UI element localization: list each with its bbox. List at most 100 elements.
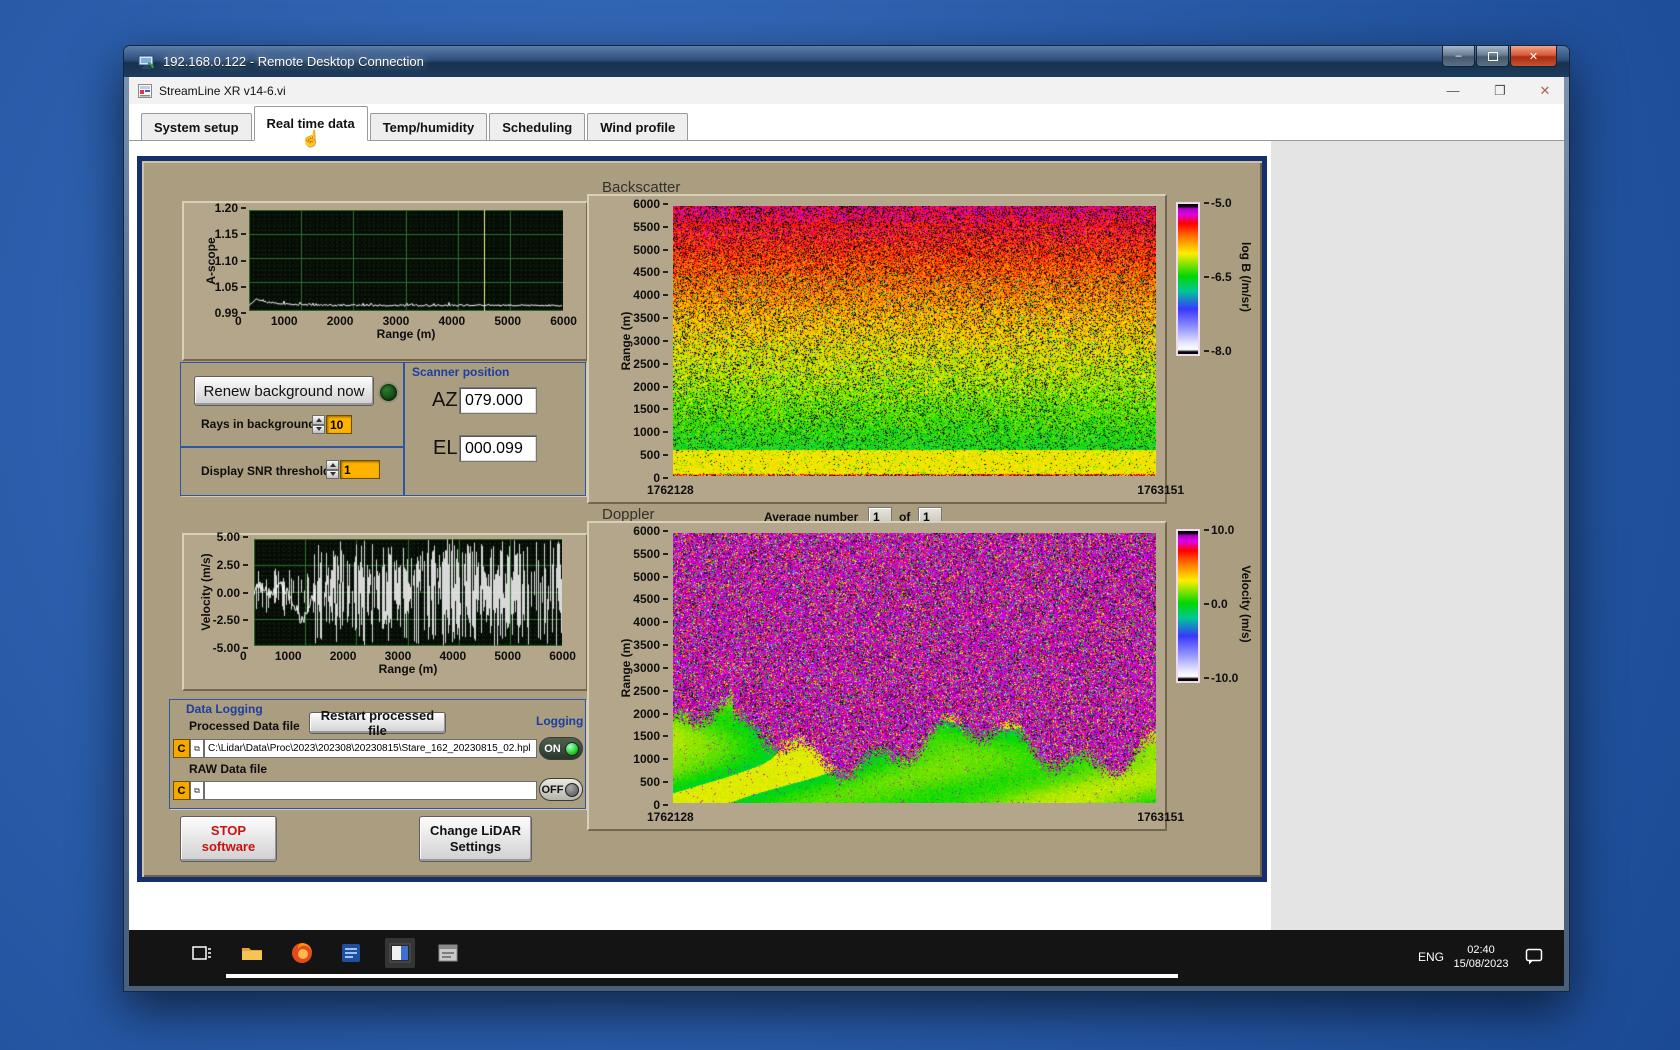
tab-scheduling[interactable]: Scheduling — [489, 113, 585, 140]
document-app-icon[interactable] — [336, 938, 366, 968]
change-lidar-settings-button[interactable]: Change LiDARSettings — [419, 816, 532, 862]
rays-spinner[interactable] — [312, 415, 325, 434]
rdp-maximize-button[interactable] — [1476, 46, 1509, 67]
rays-value-field[interactable]: 10 — [326, 415, 352, 434]
tick-label: 5000 — [633, 245, 668, 255]
tick-label: 3000 — [385, 649, 412, 662]
tick-label: 3000 — [633, 663, 668, 673]
processed-drive-selector[interactable]: C — [173, 739, 190, 758]
firefox-icon[interactable] — [287, 938, 317, 968]
tick-label: 1500 — [633, 404, 668, 414]
tick-label: 2500 — [633, 686, 668, 696]
lidar-panel: A-scope 1.201.151.101.050.99 01000200030… — [137, 156, 1267, 882]
notifications-icon[interactable] — [1522, 944, 1546, 968]
restart-processed-file-button[interactable]: Restart processed file — [309, 712, 446, 734]
tick-label: 4500 — [633, 267, 668, 277]
tick-label: 2500 — [633, 359, 668, 369]
tick-label: 1000 — [271, 314, 298, 327]
app-titlebar[interactable]: StreamLine XR v14-6.vi — ❐ ✕ — [129, 77, 1564, 104]
backscatter-time-start: 1762128 — [647, 483, 694, 497]
switch-off-dot-icon — [565, 783, 579, 797]
raw-logging-switch[interactable]: OFF — [539, 778, 583, 801]
raw-drive-selector[interactable]: C — [173, 781, 190, 800]
doppler-y-axis: 6000550050004500400035003000250020001500… — [620, 526, 668, 810]
rdp-icon — [138, 54, 155, 70]
spinner-down-icon — [330, 472, 336, 476]
tab-wind-profile[interactable]: Wind profile — [587, 113, 688, 140]
clock-time: 02:40 — [1453, 943, 1509, 957]
spinner-up-icon — [316, 418, 322, 422]
tick-label: 0 — [653, 473, 668, 483]
tick-label: 500 — [640, 450, 668, 460]
rdp-titlebar[interactable]: 192.168.0.122 - Remote Desktop Connectio… — [124, 46, 1569, 77]
app-close-button[interactable]: ✕ — [1536, 83, 1554, 99]
rdp-minimize-button[interactable]: – — [1442, 46, 1475, 67]
snr-value-field[interactable]: 1 — [340, 460, 380, 479]
snr-spinner[interactable] — [326, 460, 339, 479]
tick-label: 6000 — [633, 526, 668, 536]
right-gray-region — [1271, 141, 1564, 930]
minimize-icon: – — [1455, 50, 1461, 62]
processed-path-field[interactable]: C:\Lidar\Data\Proc\2023\202308\20230815\… — [204, 739, 537, 758]
switch-on-dot-icon — [565, 742, 579, 756]
tick-label: 6000 — [549, 649, 576, 662]
tick-label: 1500 — [633, 731, 668, 741]
tick-label: 4000 — [633, 290, 668, 300]
file-explorer-icon[interactable] — [237, 938, 267, 968]
tab-system-setup[interactable]: System setup — [141, 113, 252, 140]
maximize-icon — [1488, 52, 1498, 61]
renew-background-button[interactable]: Renew background now — [194, 376, 374, 406]
app-window: StreamLine XR v14-6.vi — ❐ ✕ System setu… — [129, 77, 1564, 986]
snr-threshold-label: Display SNR threshold — [201, 464, 330, 478]
tick-label: -5.0 — [1204, 198, 1232, 208]
rays-in-background-label: Rays in background — [201, 417, 316, 431]
spinner-down-icon — [316, 427, 322, 431]
logging-label: Logging — [536, 714, 583, 728]
tick-label: 5500 — [633, 549, 668, 559]
raw-browse-icon[interactable]: ⧉ — [190, 781, 204, 800]
data-logging-title: Data Logging — [186, 702, 263, 716]
velocity-y-axis: 5.002.500.00-2.50-5.00 — [200, 532, 248, 653]
processed-browse-icon[interactable]: ⧉ — [190, 739, 204, 758]
streamline-app-icon[interactable] — [385, 938, 415, 968]
tick-label: 0 — [235, 314, 242, 327]
scheduler-app-icon[interactable] — [433, 938, 463, 968]
doppler-time-end: 1763151 — [1102, 810, 1184, 824]
processed-logging-switch[interactable]: ON — [539, 737, 583, 760]
ascope-x-axis-label: Range (m) — [377, 327, 436, 341]
app-minimize-button[interactable]: — — [1444, 83, 1462, 98]
tick-label: 1000 — [275, 649, 302, 662]
backscatter-time-end: 1763151 — [1102, 483, 1184, 497]
el-value-field: 000.099 — [459, 435, 537, 462]
app-restore-button[interactable]: ❐ — [1491, 83, 1509, 99]
tick-label: -10.0 — [1204, 673, 1238, 683]
clock[interactable]: 02:40 15/08/2023 — [1453, 943, 1509, 971]
tick-label: 3000 — [383, 314, 410, 327]
raw-data-file-label: RAW Data file — [189, 762, 267, 776]
tick-label: 2000 — [330, 649, 357, 662]
doppler-heatmap — [673, 533, 1156, 803]
hand-cursor-icon: ☝ — [301, 129, 321, 149]
desktop: 192.168.0.122 - Remote Desktop Connectio… — [0, 0, 1680, 1050]
tick-label: 6000 — [550, 314, 577, 327]
tick-label: 5.00 — [217, 532, 248, 542]
tick-label: 5000 — [494, 649, 521, 662]
tick-label: 4000 — [439, 649, 466, 662]
backscatter-colorbar-labels: -5.0-6.5-8.0 — [1204, 198, 1232, 356]
tick-label: 0.0 — [1204, 599, 1238, 609]
ascope-x-axis: 0100020003000400050006000 — [235, 314, 577, 327]
background-led-indicator — [378, 382, 399, 403]
task-view-icon[interactable] — [187, 938, 217, 968]
raw-path-field[interactable] — [204, 781, 537, 800]
tab-temp-humidity[interactable]: Temp/humidity — [370, 113, 487, 140]
tick-label: 10.0 — [1204, 525, 1238, 535]
doppler-colorbar-labels: 10.0 0.0 -10.0 — [1204, 525, 1238, 683]
rdp-close-button[interactable]: ✕ — [1510, 46, 1557, 67]
tick-label: 4500 — [633, 594, 668, 604]
ascope-plot — [249, 210, 563, 311]
language-indicator[interactable]: ENG — [1409, 950, 1453, 964]
scanner-position-cluster — [404, 362, 586, 496]
stop-software-button[interactable]: STOPsoftware — [180, 816, 277, 862]
clock-date: 15/08/2023 — [1453, 957, 1509, 971]
bottom-white-strip — [226, 974, 1178, 978]
